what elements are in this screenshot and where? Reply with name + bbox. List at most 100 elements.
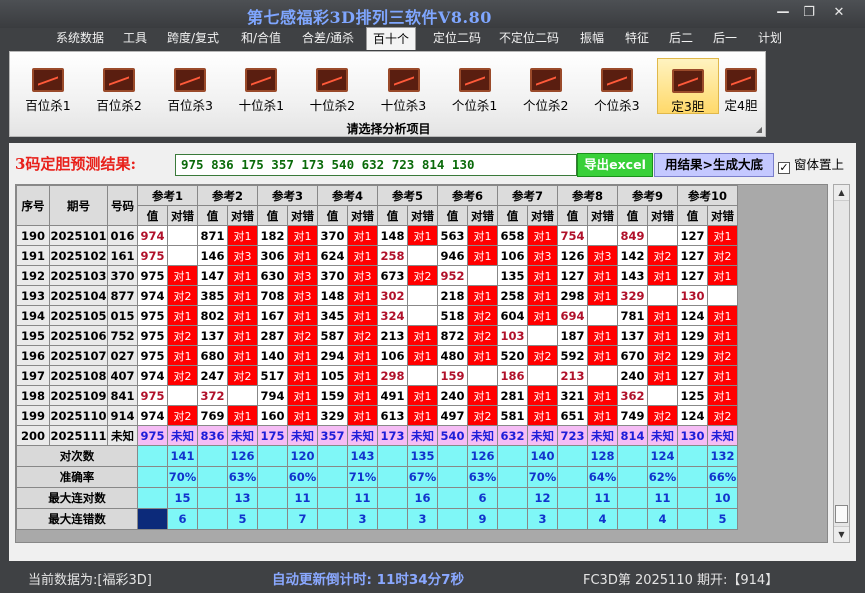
menu-item[interactable]: 工具 [123,28,147,50]
result-header: 对错 [287,205,318,226]
ref-value-cell: 754 [557,225,588,246]
stat-spacer-cell [377,487,408,509]
ref-result-cell: 对2 [647,245,678,266]
ref-result-cell: 对1 [647,325,678,346]
prediction-output-field[interactable]: 975 836 175 357 173 540 632 723 814 130 [175,154,577,176]
code-cell: 未知 [107,425,138,446]
table-row[interactable]: 192 2025103 370 975 对1 147 对1 630 对3 370 对3 673 对2 95… [16,265,738,286]
value-header: 值 [197,205,228,226]
issue-cell: 2025107 [49,345,108,366]
issue-cell: 2025105 [49,305,108,326]
stat-spacer-cell [677,487,708,509]
ref-result-cell: 对2 [527,345,558,366]
menu-item[interactable]: 振幅 [580,28,604,50]
ref-result-cell: 对1 [347,345,378,366]
analysis-option-button[interactable]: 百位杀1 [17,58,79,114]
ref-value-cell: 103 [497,325,528,346]
chart-icon [725,68,757,92]
checkbox-check-icon[interactable]: ✓ [778,162,790,174]
issue-cell: 2025102 [49,245,108,266]
analysis-option-label: 个位杀3 [594,98,640,113]
ref-result-cell [167,385,198,406]
menu-item[interactable]: 不定位二码 [499,28,559,50]
analysis-option-button[interactable]: 定4胆 [710,58,772,114]
analysis-option-button[interactable]: 个位杀1 [444,58,506,114]
ref-header: 参考1 [137,185,198,206]
value-header: 值 [677,205,708,226]
table-row[interactable]: 197 2025108 407 974 对2 247 对2 517 对1 105 对1 298 159 1… [16,365,738,386]
table-row[interactable]: 191 2025102 161 975 146 对3 306 对1 624 对1 258 946 对1 1… [16,245,738,266]
current-data-label: 当前数据为:[福彩3D] [28,573,152,588]
stat-spacer-cell [137,466,168,488]
pending-row[interactable]: 200 2025111 未知 975 未知 836 未知 175 未知 357 未知 173 未知 540… [16,425,738,446]
ref-value-cell: 258 [497,285,528,306]
ref-value-cell: 159 [317,385,348,406]
stat-value-cell: 124 [647,445,678,467]
chart-icon [174,68,207,92]
ref-value-cell: 592 [557,345,588,366]
analysis-option-button[interactable]: 百位杀3 [159,58,221,114]
restore-icon[interactable]: ❐ [796,4,822,22]
export-excel-button[interactable]: 导出excel [577,153,653,177]
stat-label: 对次数 [16,445,138,467]
menu-item[interactable]: 百十个 [366,27,417,50]
ribbon-expand-icon[interactable]: ◢ [756,125,762,134]
stat-value-cell: 67% [407,466,438,488]
ref-result-cell [647,385,678,406]
stat-value-cell: 71% [347,466,378,488]
table-row[interactable]: 196 2025107 027 975 对1 680 对1 140 对1 294 对1 106 对1 48… [16,345,738,366]
table-row[interactable]: 199 2025110 914 974 对2 769 对1 160 对1 329 对1 613 对1 49… [16,405,738,426]
menu-item[interactable]: 合差/通杀 [302,28,354,50]
analysis-option-button[interactable]: 十位杀2 [301,58,363,114]
ref-value-cell: 294 [317,345,348,366]
table-row[interactable]: 194 2025105 015 975 对1 802 对1 167 对1 345 对1 324 518 对… [16,305,738,326]
scroll-up-icon[interactable]: ▲ [834,185,849,201]
stat-value-cell: 66% [707,466,738,488]
table-row[interactable]: 195 2025106 752 975 对2 137 对1 287 对2 587 对2 213 对1 87… [16,325,738,346]
analysis-option-button[interactable]: 个位杀2 [515,58,577,114]
scroll-thumb[interactable] [835,505,848,523]
menu-item[interactable]: 特征 [625,28,649,50]
ref-result-cell [587,305,618,326]
ref-value-cell: 302 [377,285,408,306]
analysis-option-button[interactable]: 十位杀1 [230,58,292,114]
menu-item[interactable]: 后一 [713,28,737,50]
ref-result-cell: 对1 [647,365,678,386]
ref-result-cell: 对1 [527,225,558,246]
analysis-option-button[interactable]: 十位杀3 [373,58,435,114]
menu-item[interactable]: 定位二码 [433,28,481,50]
ref-value-cell: 147 [197,265,228,286]
table-row[interactable]: 198 2025109 841 975 372 794 对1 159 对1 491 对1 240 对1 2… [16,385,738,406]
menu-item[interactable]: 后二 [669,28,693,50]
table-row[interactable]: 190 2025101 016 974 871 对1 182 对1 370 对1 148 对1 563 对… [16,225,738,246]
analysis-option-button[interactable]: 百位杀2 [88,58,150,114]
stat-value-cell: 9 [467,508,498,530]
ref-result-cell: 对1 [587,265,618,286]
minimize-icon[interactable]: — [770,4,796,22]
ref-value-cell: 632 [497,425,528,446]
stat-label: 最大连对数 [16,487,138,509]
ref-value-cell: 213 [377,325,408,346]
generate-base-button[interactable]: 用结果>生成大底 [654,153,774,177]
ref-result-cell: 对1 [647,265,678,286]
seq-cell: 193 [16,285,50,306]
grid-scrollbar[interactable]: ▲ ▼ [833,184,850,543]
menu-item[interactable]: 计划 [758,28,782,50]
table-row[interactable]: 193 2025104 877 974 对2 385 对1 708 对3 148 对1 302 218 对… [16,285,738,306]
menu-item[interactable]: 系统数据 [56,28,104,50]
menu-item[interactable]: 和/合值 [241,28,281,50]
ref-result-cell: 未知 [407,425,438,446]
analysis-option-label: 百位杀2 [96,98,142,113]
ref-value-cell: 624 [317,245,348,266]
value-header: 值 [257,205,288,226]
ref-value-cell: 281 [497,385,528,406]
menu-item[interactable]: 跨度/复式 [167,28,219,50]
analysis-option-label: 个位杀2 [522,98,569,113]
ref-value-cell: 708 [257,285,288,306]
ref-result-cell: 未知 [587,425,618,446]
analysis-option-button[interactable]: 个位杀3 [586,58,648,114]
ref-result-cell: 对2 [647,405,678,426]
topmost-checkbox[interactable]: ✓ 窗体置上 [778,154,844,174]
scroll-down-icon[interactable]: ▼ [834,526,849,542]
close-icon[interactable]: ✕ [826,4,852,22]
